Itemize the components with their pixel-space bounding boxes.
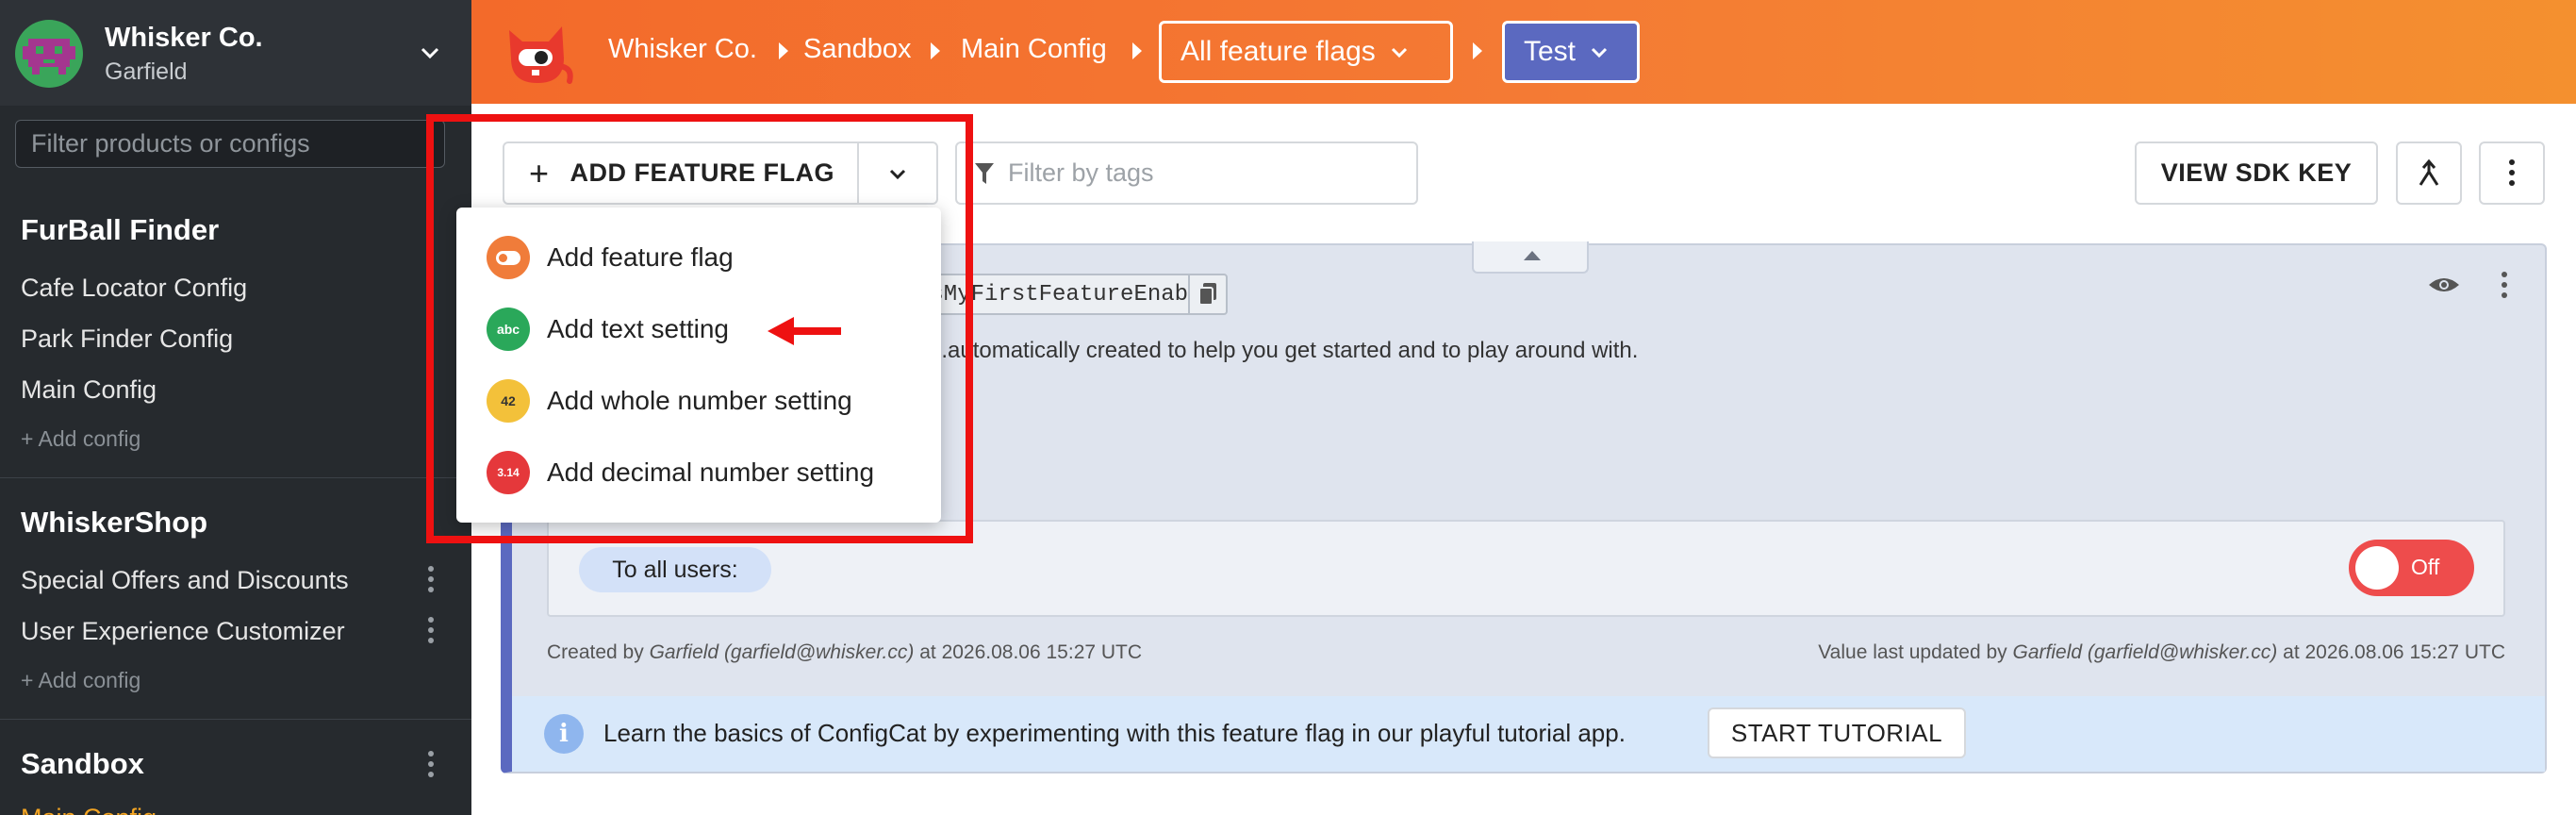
breadcrumb-org[interactable]: Whisker Co. [608, 34, 757, 65]
chevron-down-icon[interactable] [415, 38, 445, 68]
chevron-down-icon [1591, 47, 1608, 58]
kebab-icon [2507, 158, 2517, 188]
copy-icon [1198, 283, 1216, 306]
created-suffix: at 2026.08.06 15:27 UTC [919, 641, 1143, 663]
created-user: Garfield (garfield@whisker.cc) [649, 641, 915, 663]
sidebar-item-ux-customizer[interactable]: User Experience Customizer [21, 617, 345, 646]
sidebar-item-special-offers[interactable]: Special Offers and Discounts [21, 566, 349, 595]
updated-suffix: at 2026.08.06 15:27 UTC [2283, 641, 2505, 663]
kebab-icon[interactable] [426, 751, 436, 779]
tag-filter-input[interactable] [1008, 158, 1385, 188]
filter-icon [975, 162, 994, 184]
eye-icon[interactable] [2427, 272, 2461, 298]
breadcrumb-config[interactable]: Main Config [961, 34, 1107, 65]
sidebar-filter-input[interactable] [15, 120, 445, 168]
merge-button[interactable] [2396, 141, 2462, 205]
org-user: Garfield [105, 58, 188, 85]
divider [0, 477, 471, 478]
kebab-icon[interactable] [2500, 272, 2509, 300]
view-select[interactable]: All feature flags [1159, 21, 1453, 83]
breadcrumb-separator-icon [1132, 42, 1142, 59]
rule-label: To all users: [579, 547, 771, 592]
environment-select[interactable]: Test [1502, 21, 1640, 83]
flag-value-toggle[interactable]: Off [2349, 540, 2474, 596]
collapse-toggle[interactable] [1472, 241, 1589, 274]
breadcrumb-separator-icon [779, 42, 788, 59]
tutorial-text: Learn the basics of ConfigCat by experim… [603, 719, 1626, 747]
breadcrumb-separator-icon [931, 42, 940, 59]
product-title-sandbox[interactable]: Sandbox [21, 747, 144, 781]
cat-logo-icon[interactable] [500, 17, 575, 87]
annotation-highlight-box [426, 114, 973, 543]
view-select-label: All feature flags [1181, 36, 1376, 67]
created-prefix: Created by [547, 641, 644, 663]
more-options-button[interactable] [2479, 141, 2545, 205]
view-sdk-key-button[interactable]: VIEW SDK KEY [2135, 141, 2378, 205]
org-avatar [15, 20, 83, 88]
sidebar-item-cafe-locator-config[interactable]: Cafe Locator Config [21, 274, 247, 303]
updated-info: Value last updated by Garfield (garfield… [1818, 641, 2505, 664]
product-title-whiskershop[interactable]: WhiskerShop [21, 506, 207, 540]
add-config-link[interactable]: + Add config [21, 426, 140, 452]
breadcrumb-product[interactable]: Sandbox [803, 34, 912, 65]
arrow-left-icon [768, 317, 841, 345]
environment-select-label: Test [1524, 36, 1577, 67]
updated-user: Garfield (garfield@whisker.cc) [2012, 641, 2278, 663]
flag-hint: ...automatically created to help you get… [929, 338, 1639, 363]
org-switcher[interactable]: Whisker Co. Garfield [0, 0, 471, 106]
sidebar: Whisker Co. Garfield FurBall Finder Cafe… [0, 0, 471, 815]
kebab-icon[interactable] [426, 566, 436, 594]
info-icon: i [544, 714, 584, 754]
breadcrumb-separator-icon [1473, 42, 1482, 59]
created-info: Created by Garfield (garfield@whisker.cc… [547, 641, 1142, 664]
toggle-knob [2355, 546, 2399, 590]
sidebar-item-sandbox-main-config[interactable]: Main Config [21, 804, 157, 815]
chevron-down-icon [1391, 47, 1407, 58]
start-tutorial-button[interactable]: START TUTORIAL [1708, 707, 1966, 758]
updated-prefix: Value last updated by [1818, 641, 2007, 663]
divider [0, 719, 471, 720]
kebab-icon[interactable] [426, 617, 436, 645]
product-title-furball-finder[interactable]: FurBall Finder [21, 213, 219, 247]
copy-key-button[interactable] [1188, 274, 1228, 315]
org-name: Whisker Co. [105, 23, 263, 53]
sidebar-item-park-finder-config[interactable]: Park Finder Config [21, 324, 233, 354]
toggle-label: Off [2411, 555, 2440, 579]
tag-filter[interactable] [955, 141, 1418, 205]
merge-icon [2419, 158, 2439, 186]
sidebar-item-main-config[interactable]: Main Config [21, 375, 157, 405]
add-config-link[interactable]: + Add config [21, 668, 140, 693]
